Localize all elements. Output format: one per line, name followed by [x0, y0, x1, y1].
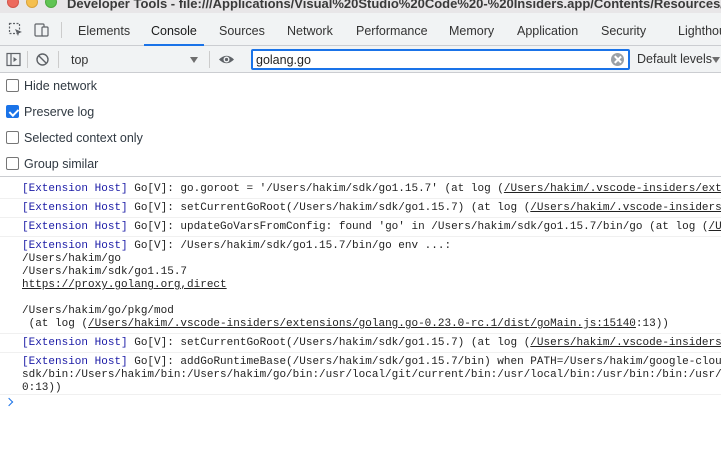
- message-source: [Extension Host]: [22, 202, 128, 214]
- clear-filter-icon[interactable]: [611, 53, 624, 66]
- tab-sources[interactable]: Sources: [219, 13, 265, 46]
- console-message: [Extension Host] Go[V]: setCurrentGoRoot…: [0, 334, 721, 353]
- setting-group-similar[interactable]: Group similar: [0, 151, 300, 177]
- console-message: [Extension Host] Go[V]: setCurrentGoRoot…: [0, 199, 721, 218]
- window-title-bar: Developer Tools - file:///Applications/V…: [0, 0, 721, 13]
- message-text: Go[V]: addGoRuntimeBase(/Users/hakim/sdk…: [127, 356, 721, 368]
- source-link[interactable]: /Users/hakim/.vscode-insiders/extensions…: [530, 337, 721, 349]
- console-toolbar: top Default levels: [0, 46, 721, 73]
- console-settings-pane: Hide network Preserve log Selected conte…: [0, 73, 721, 177]
- toolbar-divider: [27, 51, 28, 68]
- message-text: /Users/hakim/go: [22, 253, 122, 265]
- devtools-tab-bar: Elements Console Sources Network Perform…: [0, 13, 721, 46]
- minimize-window-button[interactable]: [26, 0, 38, 8]
- tab-console[interactable]: Console: [144, 13, 204, 46]
- device-toolbar-icon[interactable]: [34, 22, 50, 38]
- toolbar-divider: [61, 22, 62, 38]
- live-expression-eye-icon[interactable]: [218, 52, 235, 67]
- setting-selected-context-only[interactable]: Selected context only: [0, 125, 300, 151]
- message-text: Go[V]: setCurrentGoRoot(/Users/hakim/sdk…: [127, 337, 531, 349]
- show-sidebar-icon[interactable]: [6, 52, 21, 67]
- setting-label: Hide network: [24, 79, 97, 93]
- tab-memory[interactable]: Memory: [449, 13, 494, 46]
- message-source: [Extension Host]: [22, 240, 128, 252]
- setting-label: Selected context only: [24, 131, 143, 145]
- message-source: [Extension Host]: [22, 337, 128, 349]
- proxy-link[interactable]: https://proxy.golang.org,direct: [22, 279, 227, 292]
- message-source: [Extension Host]: [22, 356, 128, 368]
- message-text: Go[V]: updateGoVarsFromConfig: found 'go…: [127, 221, 709, 233]
- message-text: /Users/hakim/go/pkg/mod: [22, 305, 174, 317]
- console-message: [Extension Host] Go[V]: go.goroot = '/Us…: [0, 180, 721, 199]
- setting-label: Group similar: [24, 157, 99, 171]
- maximize-window-button[interactable]: [45, 0, 57, 8]
- clear-console-icon[interactable]: [35, 52, 50, 67]
- message-text: Go[V]: setCurrentGoRoot(/Users/hakim/sdk…: [127, 202, 531, 214]
- tab-lighthouse[interactable]: Lighthouse: [678, 13, 721, 46]
- setting-preserve-log[interactable]: Preserve log: [0, 99, 300, 125]
- filter-input[interactable]: [256, 52, 606, 68]
- chevron-down-icon: [712, 57, 720, 63]
- message-text: sdk/bin:/Users/hakim/bin:/Users/hakim/go…: [22, 369, 721, 381]
- group-similar-checkbox[interactable]: [6, 157, 19, 170]
- tab-network[interactable]: Network: [287, 13, 333, 46]
- source-link[interactable]: /Users/hakim/.vscode-insiders/extensions…: [709, 221, 721, 233]
- preserve-log-checkbox[interactable]: [6, 105, 19, 118]
- message-source: [Extension Host]: [22, 221, 128, 233]
- toolbar-divider: [209, 51, 210, 68]
- console-messages: [Extension Host] Go[V]: go.goroot = '/Us…: [0, 178, 721, 454]
- message-text: 0:13)): [22, 382, 62, 394]
- filter-box: [251, 49, 630, 70]
- message-text: /Users/hakim/sdk/go1.15.7: [22, 266, 188, 278]
- context-selector[interactable]: top: [62, 49, 202, 70]
- setting-label: Preserve log: [24, 105, 95, 119]
- setting-hide-network[interactable]: Hide network: [0, 73, 300, 99]
- console-prompt-chevron-icon[interactable]: [4, 397, 14, 407]
- hide-network-checkbox[interactable]: [6, 79, 19, 92]
- message-text: (at log (: [22, 318, 89, 330]
- console-message: [Extension Host] Go[V]: updateGoVarsFrom…: [0, 218, 721, 237]
- source-link[interactable]: /Users/hakim/.vscode-insiders/extensions…: [504, 183, 721, 195]
- toolbar-divider: [58, 51, 59, 68]
- message-text: :13)): [635, 318, 669, 330]
- context-value: top: [71, 53, 89, 67]
- message-text: Go[V]: go.goroot = '/Users/hakim/sdk/go1…: [127, 183, 504, 195]
- selected-context-only-checkbox[interactable]: [6, 131, 19, 144]
- source-link[interactable]: /Users/hakim/.vscode-insiders/extensions…: [88, 318, 636, 330]
- close-window-button[interactable]: [7, 0, 19, 8]
- log-levels-dropdown[interactable]: Default levels: [637, 52, 712, 66]
- message-source: [Extension Host]: [22, 183, 128, 195]
- source-link[interactable]: /Users/hakim/.vscode-insiders/extensions…: [530, 202, 721, 214]
- message-text: Go[V]: /Users/hakim/sdk/go1.15.7/bin/go …: [127, 240, 452, 252]
- tab-application[interactable]: Application: [517, 13, 578, 46]
- tab-elements[interactable]: Elements: [78, 13, 130, 46]
- window-title: Developer Tools - file:///Applications/V…: [67, 0, 721, 11]
- chevron-down-icon: [190, 57, 198, 63]
- tab-performance[interactable]: Performance: [356, 13, 428, 46]
- console-message: [Extension Host] Go[V]: addGoRuntimeBase…: [0, 353, 721, 395]
- console-message: [Extension Host] Go[V]: /Users/hakim/sdk…: [0, 237, 721, 334]
- tab-security[interactable]: Security: [601, 13, 646, 46]
- inspect-element-icon[interactable]: [8, 22, 24, 38]
